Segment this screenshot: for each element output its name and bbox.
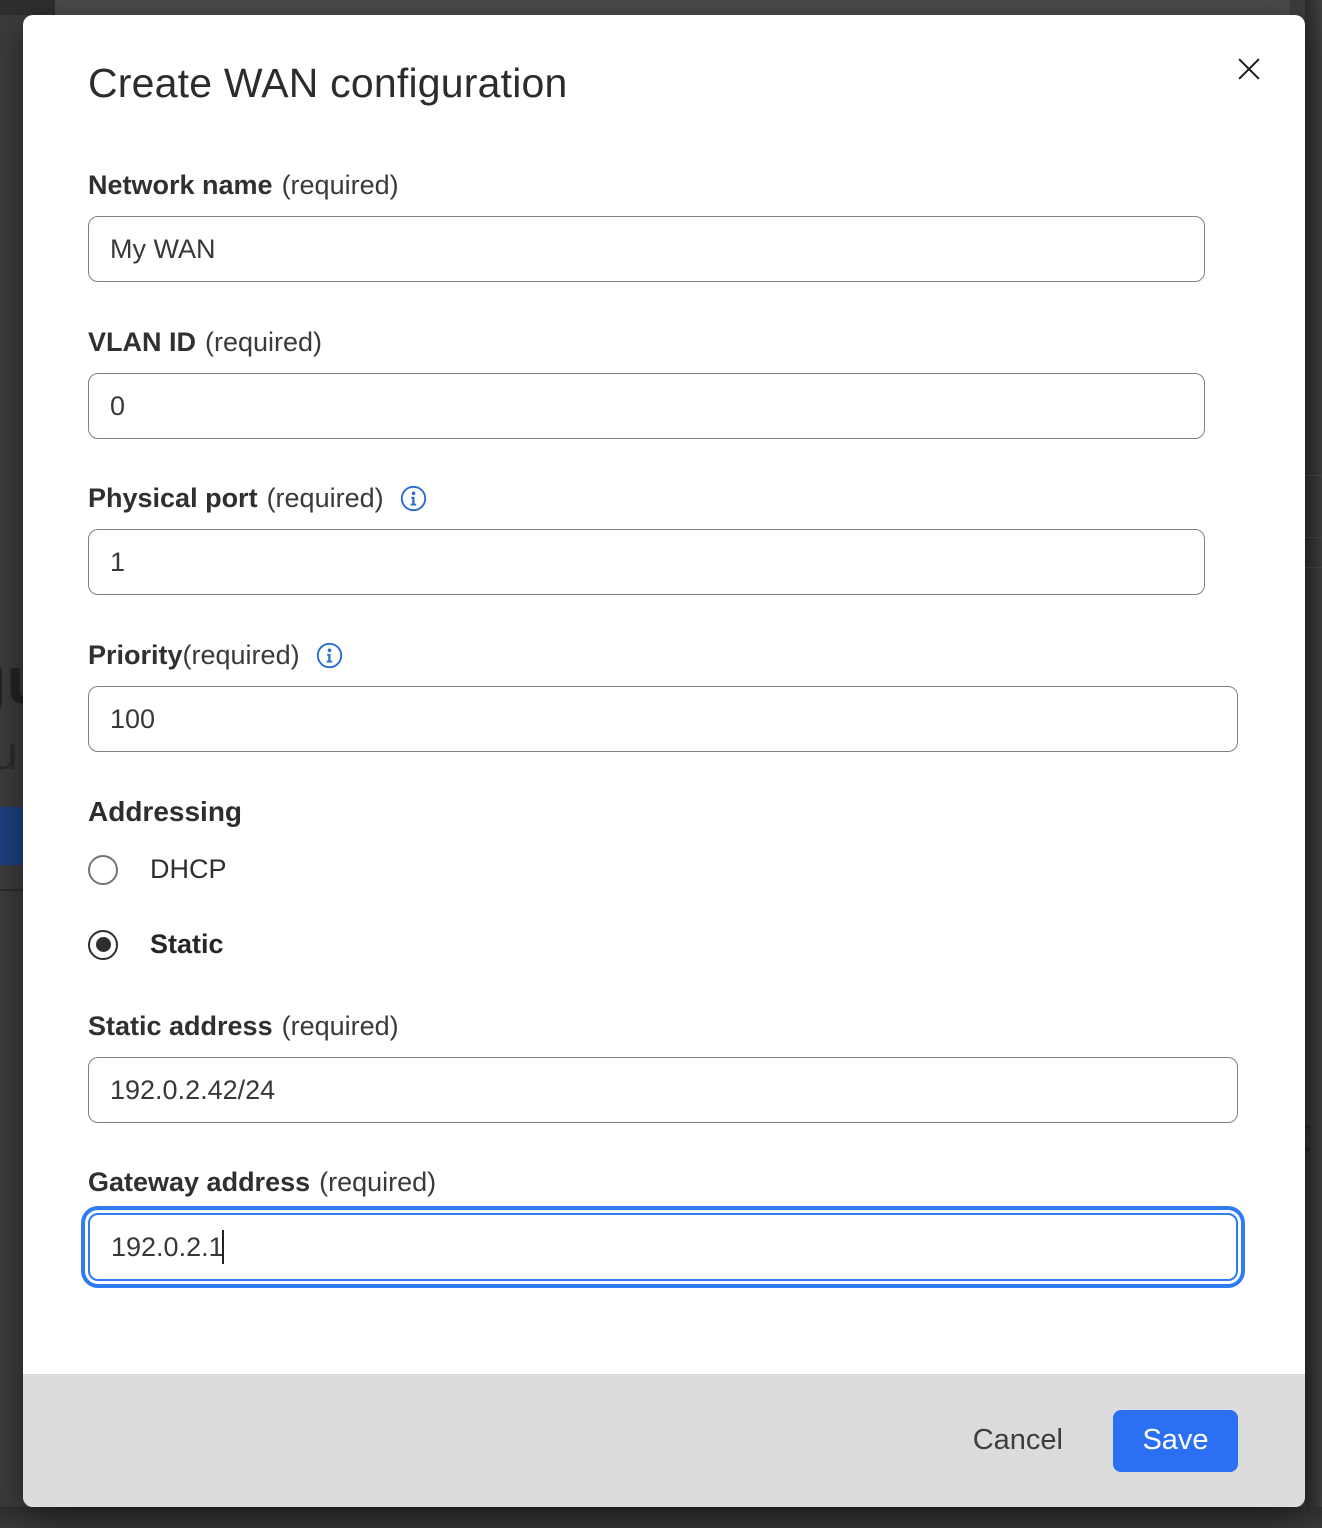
vlan-id-input[interactable] — [88, 373, 1205, 439]
gateway-address-input[interactable] — [88, 1213, 1238, 1281]
field-label-text: Gateway address — [88, 1166, 310, 1198]
field-vlan-id: VLAN ID (required) — [88, 326, 1240, 439]
radio-option-dhcp[interactable]: DHCP — [88, 854, 1240, 885]
dialog-title: Create WAN configuration — [88, 60, 1240, 107]
required-hint: (required) — [282, 1010, 399, 1042]
field-label-text: Network name — [88, 169, 273, 201]
required-hint: (required) — [267, 482, 384, 514]
text-cursor — [222, 1230, 224, 1264]
backdrop-shade — [0, 1507, 1322, 1528]
background-divider — [1305, 475, 1322, 476]
background-button-fragment — [0, 807, 23, 865]
backdrop-shade — [0, 0, 55, 15]
static-address-input[interactable] — [88, 1057, 1238, 1123]
field-label: Gateway address (required) — [88, 1166, 1240, 1198]
gateway-address-focus-ring — [88, 1213, 1238, 1281]
required-hint: (required) — [282, 169, 399, 201]
field-label: Physical port (required) — [88, 482, 1240, 514]
info-icon[interactable] — [400, 485, 427, 512]
required-hint: (required) — [319, 1166, 436, 1198]
background-divider — [0, 889, 23, 891]
priority-input[interactable] — [88, 686, 1238, 752]
close-icon — [1233, 53, 1265, 85]
info-icon[interactable] — [316, 642, 343, 669]
field-priority: Priority (required) — [88, 639, 1240, 752]
field-label-text: Priority — [88, 639, 183, 671]
cancel-button[interactable]: Cancel — [973, 1424, 1063, 1457]
field-label: Network name (required) — [88, 169, 1240, 201]
required-hint: (required) — [205, 326, 322, 358]
field-label: Priority (required) — [88, 639, 1240, 671]
field-label-text: Static address — [88, 1010, 273, 1042]
save-button[interactable]: Save — [1113, 1410, 1238, 1472]
radio-selected-icon — [88, 930, 118, 960]
dialog-footer: Cancel Save — [23, 1374, 1305, 1507]
background-divider — [1305, 567, 1322, 568]
field-label: Static address (required) — [88, 1010, 1240, 1042]
create-wan-dialog: Create WAN configuration Network name (r… — [23, 15, 1305, 1507]
field-label-text: VLAN ID — [88, 326, 196, 358]
background-divider — [1305, 537, 1322, 538]
required-hint: (required) — [183, 639, 300, 671]
field-physical-port: Physical port (required) — [88, 482, 1240, 595]
field-static-address: Static address (required) — [88, 1010, 1240, 1123]
backdrop-shade — [1305, 0, 1322, 1528]
field-label: VLAN ID (required) — [88, 326, 1240, 358]
radio-label: Static — [150, 929, 224, 960]
physical-port-input[interactable] — [88, 529, 1205, 595]
backdrop-shade — [55, 0, 1290, 15]
radio-option-static[interactable]: Static — [88, 929, 1240, 960]
radio-unselected-icon — [88, 855, 118, 885]
field-network-name: Network name (required) — [88, 169, 1240, 282]
field-label-text: Physical port — [88, 482, 258, 514]
addressing-heading: Addressing — [88, 796, 1240, 828]
background-text-fragment: u — [0, 726, 18, 780]
network-name-input[interactable] — [88, 216, 1205, 282]
radio-label: DHCP — [150, 854, 227, 885]
close-button[interactable] — [1231, 51, 1267, 87]
field-gateway-address: Gateway address (required) — [88, 1166, 1240, 1281]
